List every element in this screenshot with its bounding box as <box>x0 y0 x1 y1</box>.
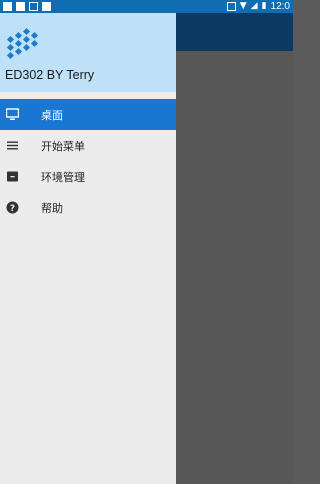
menu-item-environment[interactable]: 环境管理 <box>0 161 176 192</box>
menu-item-label: 桌面 <box>41 108 63 122</box>
menu-item-label: 帮助 <box>41 201 63 215</box>
svg-text:?: ? <box>10 204 15 214</box>
battery-icon: ▮ <box>261 1 267 11</box>
signal-icon: ◢ <box>250 1 258 11</box>
notification-square-icon <box>16 2 25 11</box>
drawer-header: ED302 BY Terry <box>0 13 176 92</box>
monitor-icon <box>6 108 19 121</box>
picture-icon <box>226 2 236 11</box>
app-toolbar <box>176 13 293 51</box>
app-logo-icon <box>6 27 39 60</box>
status-left <box>3 2 51 11</box>
menu-item-help[interactable]: ? 帮助 <box>0 192 176 223</box>
drawer-scrim[interactable] <box>176 51 293 484</box>
status-time: 12:0 <box>270 1 290 12</box>
menu-item-start-menu[interactable]: 开始菜单 <box>0 130 176 161</box>
status-right: ▼ ◢ ▮ 12:0 <box>226 1 290 12</box>
navigation-drawer: ED302 BY Terry 桌面 开始菜单 环境管理 ? 帮助 <box>0 13 176 484</box>
menu-item-label: 开始菜单 <box>41 139 85 153</box>
wifi-icon: ▼ <box>239 1 247 11</box>
android-icon <box>42 2 51 11</box>
folder-icon <box>6 170 19 183</box>
drawer-title: ED302 BY Terry <box>5 68 95 82</box>
help-icon: ? <box>6 201 19 214</box>
menu-item-label: 环境管理 <box>41 170 85 184</box>
notification-square-icon <box>3 2 12 11</box>
menu-item-desktop[interactable]: 桌面 <box>0 99 176 130</box>
drawer-menu: 桌面 开始菜单 环境管理 ? 帮助 <box>0 99 176 223</box>
menu-icon <box>6 139 19 152</box>
status-bar: ▼ ◢ ▮ 12:0 <box>0 0 293 13</box>
notification-square-icon <box>29 2 38 11</box>
